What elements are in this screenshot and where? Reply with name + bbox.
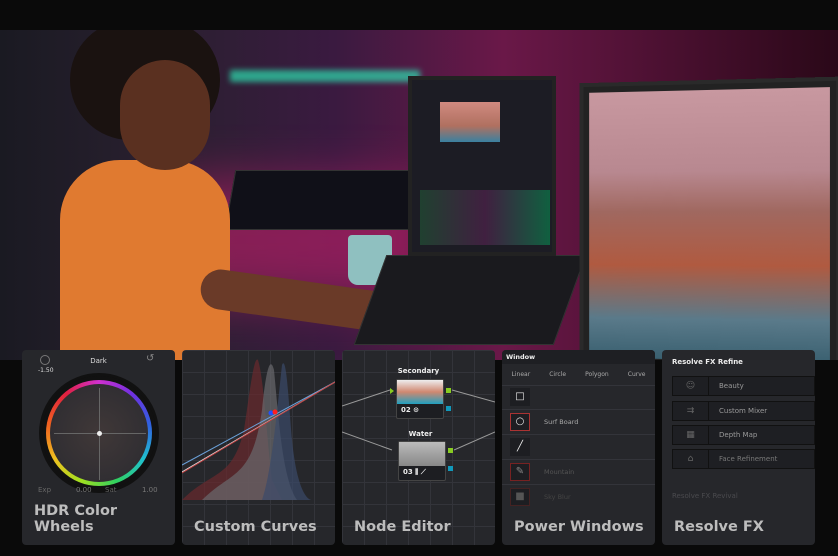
card-custom-curves[interactable]: Custom Curves	[182, 350, 335, 545]
curves-graph[interactable]	[182, 350, 335, 510]
ui-monitor	[408, 76, 556, 256]
exp-value[interactable]: 0.00	[76, 486, 92, 494]
window-row[interactable]: ✎ Mountain	[502, 461, 655, 485]
sat-label: Sat	[105, 486, 117, 494]
card-title: Custom Curves	[194, 519, 317, 535]
fx-revival[interactable]: Resolve FX Revival	[672, 492, 738, 500]
depth-icon: ▦	[673, 426, 709, 444]
color-wheel[interactable]	[39, 373, 159, 493]
exp-label: Exp	[38, 486, 52, 494]
node-secondary[interactable]: 02 ⊙	[396, 379, 444, 419]
line-icon: ╱	[510, 438, 530, 456]
node-output[interactable]	[446, 406, 451, 411]
node-water[interactable]: 03 ⫼ ⟋	[398, 441, 446, 481]
sat-value[interactable]: 1.00	[142, 486, 158, 494]
pen-icon: ✎	[510, 463, 530, 481]
node-water-label: Water	[408, 430, 433, 438]
card-node-editor[interactable]: Secondary 02 ⊙ Water 03 ⫼ ⟋ Node Editor	[342, 350, 495, 545]
mixer-icon: ⇉	[673, 402, 709, 420]
reference-monitor	[579, 76, 838, 360]
node-output[interactable]	[448, 448, 453, 453]
card-hdr-color-wheels[interactable]: -1.50 Dark ↺ Exp 0.00 Sat 1.00 HDR Color…	[22, 350, 175, 545]
card-title: Power Windows	[514, 519, 644, 535]
fx-item[interactable]: ▦ Depth Map	[672, 425, 815, 445]
fx-item[interactable]: ☺ Beauty	[672, 376, 815, 396]
window-row[interactable]: ○ Surf Board	[502, 411, 655, 435]
tool-curve[interactable]: Curve	[628, 371, 646, 378]
fx-item[interactable]: ⌂ Face Refinement	[672, 449, 815, 469]
wheel-handle[interactable]	[97, 431, 102, 436]
colorist-body	[60, 160, 230, 360]
circle-icon: ○	[510, 413, 530, 431]
square-icon: □	[510, 388, 530, 406]
fx-item[interactable]: ⇉ Custom Mixer	[672, 401, 815, 421]
blur-icon: ■	[510, 488, 530, 506]
control-panel	[353, 255, 587, 345]
card-title: Resolve FX	[674, 519, 764, 535]
card-title: Node Editor	[354, 519, 451, 535]
node-input[interactable]	[390, 388, 397, 394]
tool-circle[interactable]: Circle	[549, 371, 566, 378]
window-row[interactable]: ╱	[502, 436, 655, 460]
tool-polygon[interactable]: Polygon	[585, 371, 609, 378]
fx-header: Resolve FX Refine	[672, 358, 743, 366]
node-output[interactable]	[446, 388, 451, 393]
node-output[interactable]	[448, 466, 453, 471]
reset-icon[interactable]: ↺	[146, 353, 154, 364]
card-resolve-fx[interactable]: Resolve FX Refine ☺ Beauty ⇉ Custom Mixer …	[662, 350, 815, 545]
card-title: HDR Color Wheels	[34, 503, 118, 535]
window-row[interactable]: □	[502, 386, 655, 410]
node-secondary-label: Secondary	[397, 367, 440, 375]
neon-light	[230, 70, 420, 82]
window-row[interactable]: ■ Sky Blur	[502, 486, 655, 510]
window-header: Window	[502, 350, 655, 364]
hero-photo	[0, 30, 838, 360]
wheel-value: -1.50	[38, 367, 54, 374]
colorist-head	[120, 60, 210, 170]
tool-linear[interactable]: Linear	[512, 371, 531, 378]
desk	[224, 170, 436, 230]
card-power-windows[interactable]: Window Linear Circle Polygon Curve □ ○ Su…	[502, 350, 655, 545]
face-icon: ☺	[673, 377, 709, 395]
face-refine-icon: ⌂	[673, 450, 709, 468]
